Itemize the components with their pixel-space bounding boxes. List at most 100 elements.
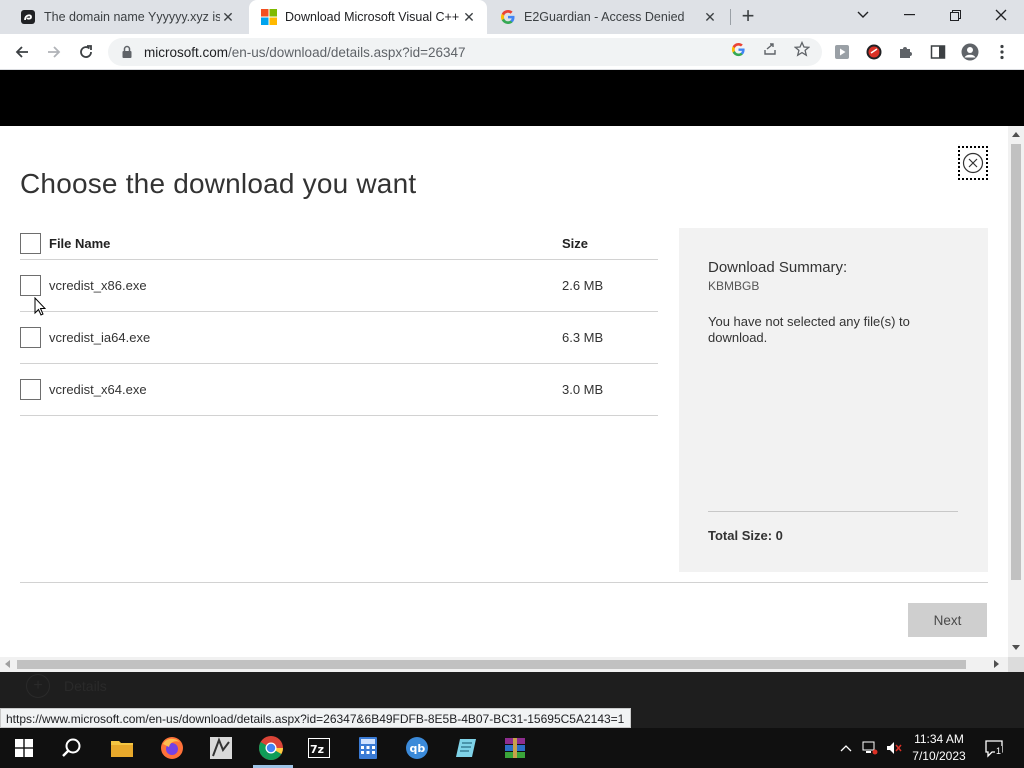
windows-start-icon[interactable]	[10, 734, 38, 762]
plus-circle-icon: +	[26, 674, 50, 698]
scroll-left-arrow-icon[interactable]	[5, 660, 10, 668]
vertical-scrollbar[interactable]	[1008, 126, 1024, 657]
reload-button[interactable]	[74, 40, 98, 64]
file-name: vcredist_x64.exe	[49, 382, 147, 397]
tab-close-icon[interactable]: ✕	[220, 9, 236, 25]
summary-divider	[708, 511, 958, 512]
address-bar[interactable]: microsoft.com/en-us/download/details.asp…	[108, 38, 822, 66]
search-icon[interactable]	[58, 734, 86, 762]
network-icon[interactable]	[862, 740, 878, 756]
summary-message: You have not selected any file(s) to dow…	[708, 314, 910, 345]
dialog-close-button[interactable]	[958, 146, 988, 180]
google-g-icon	[500, 9, 516, 25]
app-icon[interactable]	[207, 734, 235, 762]
taskbar-clock[interactable]: 11:34 AM 7/10/2023	[906, 731, 972, 765]
svg-text:qb: qb	[410, 742, 426, 755]
file-size: 6.3 MB	[562, 330, 604, 345]
notification-center-icon[interactable]: 1	[984, 738, 1004, 758]
calculator-icon[interactable]	[354, 734, 382, 762]
status-bar-url: https://www.microsoft.com/en-us/download…	[0, 708, 632, 728]
scroll-up-arrow-icon[interactable]	[1012, 132, 1020, 137]
dialog-divider	[20, 582, 988, 583]
microsoft-logo-icon	[261, 9, 277, 25]
browser-toolbar: microsoft.com/en-us/download/details.asp…	[0, 34, 1024, 70]
side-panel-icon[interactable]	[929, 43, 947, 61]
file-name: vcredist_x86.exe	[49, 278, 147, 293]
file-size: 2.6 MB	[562, 278, 604, 293]
windows-taskbar: 7z qb 11:34 AM 7/10/2023 1	[0, 728, 1024, 768]
qbittorrent-icon[interactable]: qb	[403, 734, 431, 762]
horizontal-scroll-thumb[interactable]	[17, 660, 966, 669]
restore-button[interactable]	[932, 0, 978, 30]
notepad-icon[interactable]	[452, 734, 480, 762]
tab-download-visual-cpp[interactable]: Download Microsoft Visual C++ ✕	[249, 0, 487, 34]
close-window-button[interactable]	[978, 0, 1024, 30]
horizontal-scrollbar[interactable]	[0, 657, 1008, 672]
vertical-scroll-thumb[interactable]	[1011, 144, 1021, 580]
firefox-icon[interactable]	[158, 734, 186, 762]
select-all-checkbox[interactable]	[20, 233, 41, 254]
volume-muted-icon[interactable]	[886, 740, 902, 756]
summary-total-size: Total Size: 0	[708, 528, 783, 543]
google-translate-icon[interactable]	[730, 41, 746, 57]
tab-title: Download Microsoft Visual C++	[285, 10, 460, 24]
tab-close-icon[interactable]: ✕	[461, 9, 477, 25]
url-text: microsoft.com/en-us/download/details.asp…	[144, 45, 466, 60]
tray-expand-icon[interactable]	[838, 740, 854, 756]
url-path: /en-us/download/details.aspx?id=26347	[228, 44, 466, 60]
tab-title: E2Guardian - Access Denied	[524, 10, 685, 24]
profile-avatar-icon[interactable]	[961, 43, 979, 61]
mouse-cursor-icon	[34, 297, 46, 316]
file-table: File Name Size vcredist_x86.exe 2.6 MB v…	[20, 228, 658, 416]
tab-separator	[730, 9, 731, 25]
extension-red-icon[interactable]	[865, 43, 883, 61]
back-button[interactable]	[10, 40, 34, 64]
url-domain: microsoft.com	[144, 44, 229, 60]
clock-time: 11:34 AM	[914, 732, 964, 746]
extensions-puzzle-icon[interactable]	[897, 43, 915, 61]
winrar-icon[interactable]	[501, 734, 529, 762]
scroll-right-arrow-icon[interactable]	[994, 660, 999, 668]
file-name: vcredist_ia64.exe	[49, 330, 151, 345]
tab-yyyyyy-domain[interactable]: The domain name Yyyyyy.xyz is av ✕	[8, 0, 246, 34]
7zip-icon[interactable]: 7z	[305, 734, 333, 762]
svg-text:7z: 7z	[310, 743, 324, 756]
download-dialog: Choose the download you want File Name S…	[0, 126, 1008, 657]
table-header-row: File Name Size	[20, 228, 658, 260]
table-row[interactable]: vcredist_ia64.exe 6.3 MB	[20, 312, 658, 364]
file-checkbox[interactable]	[20, 275, 41, 296]
browser-menu-icon[interactable]	[993, 43, 1011, 61]
column-header-size: Size	[562, 236, 589, 251]
lock-icon[interactable]	[120, 45, 134, 59]
share-icon[interactable]	[762, 41, 778, 57]
next-button[interactable]: Next	[908, 603, 987, 637]
column-header-file-name: File Name	[49, 236, 111, 251]
chrome-icon[interactable]	[257, 734, 285, 762]
scrollbar-corner	[1008, 657, 1024, 672]
bookmark-star-icon[interactable]	[794, 41, 810, 57]
file-checkbox[interactable]	[20, 327, 41, 348]
summary-title: Download Summary:	[708, 259, 848, 276]
close-icon	[962, 152, 984, 174]
extension-play-icon[interactable]	[833, 43, 851, 61]
tab-title: The domain name Yyyyyy.xyz is av	[44, 10, 220, 24]
tab-search-button[interactable]	[840, 0, 886, 30]
details-expander[interactable]: + Details	[26, 674, 107, 698]
page-title: Choose the download you want	[20, 168, 417, 199]
table-row[interactable]: vcredist_x86.exe 2.6 MB	[20, 260, 658, 312]
minimize-button[interactable]	[886, 0, 932, 30]
details-label: Details	[64, 678, 107, 694]
clock-date: 7/10/2023	[912, 749, 966, 763]
scroll-down-arrow-icon[interactable]	[1012, 645, 1020, 650]
file-checkbox[interactable]	[20, 379, 41, 400]
new-tab-button[interactable]: +	[736, 5, 760, 29]
table-row[interactable]: vcredist_x64.exe 3.0 MB	[20, 364, 658, 416]
download-summary-panel: Download Summary: KBMBGB You have not se…	[679, 228, 988, 572]
summary-code: KBMBGB	[708, 279, 760, 293]
tab-close-icon[interactable]: ✕	[702, 9, 718, 25]
tab-e2guardian[interactable]: E2Guardian - Access Denied ✕	[488, 0, 728, 34]
forward-button[interactable]	[42, 40, 66, 64]
site-header	[0, 70, 1024, 126]
file-explorer-icon[interactable]	[108, 734, 136, 762]
file-size: 3.0 MB	[562, 382, 604, 397]
